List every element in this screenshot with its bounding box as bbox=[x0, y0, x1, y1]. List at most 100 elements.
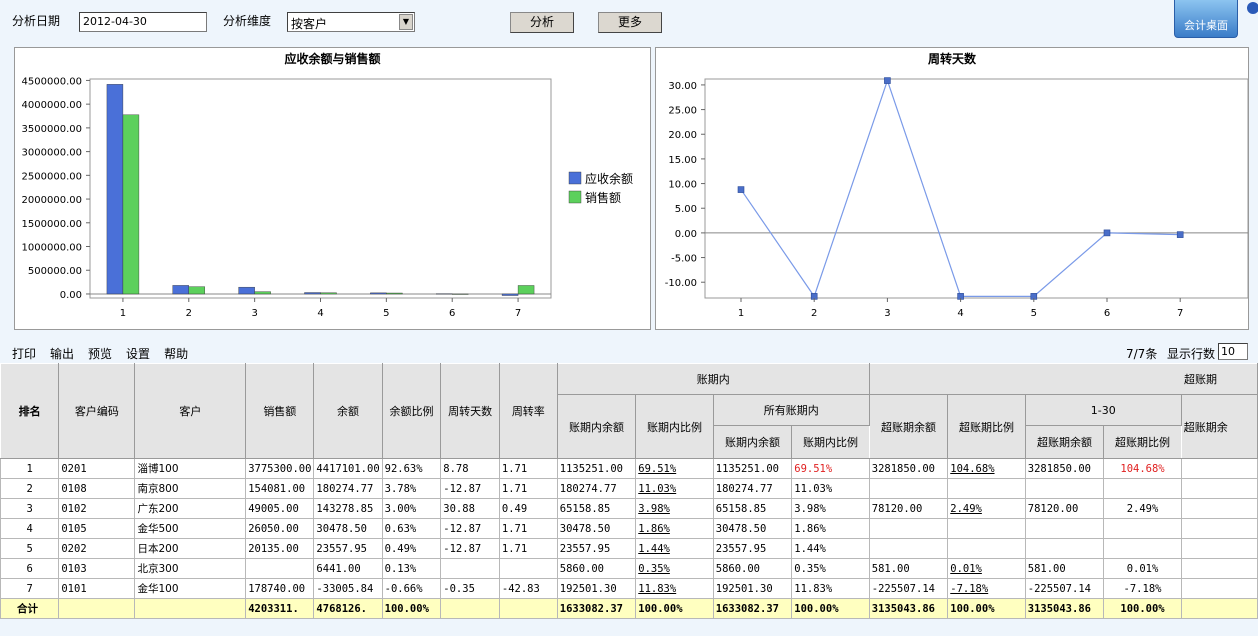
th-range-ratio[interactable]: 超账期比例 bbox=[1103, 425, 1182, 459]
th-turnover-days[interactable]: 周转天数 bbox=[440, 363, 500, 459]
table-cell bbox=[498, 598, 558, 619]
table-row[interactable]: 4 0105 金华500 26050.00 30478.50 0.63% -12.87 1.7… bbox=[0, 518, 1258, 539]
th-code[interactable]: 客户编码 bbox=[58, 363, 136, 459]
th-all-in-ratio[interactable]: 账期内比例 bbox=[791, 425, 870, 459]
table-cell: 0101 bbox=[58, 578, 136, 599]
y-tick-label: 15.00 bbox=[668, 155, 697, 166]
table-cell: 192501.30 bbox=[556, 578, 637, 599]
table-cell: 6 bbox=[0, 558, 60, 579]
table-cell: 180274.77 bbox=[556, 478, 637, 499]
y-tick-label: 30.00 bbox=[668, 81, 697, 92]
y-tick-label: 20.00 bbox=[668, 130, 697, 141]
action-bar: 打印 输出 预览 设置 帮助 bbox=[12, 345, 188, 362]
table-cell: 1135251.00 bbox=[712, 458, 793, 479]
table-cell: -12.87 bbox=[440, 518, 500, 539]
table-cell: 0201 bbox=[58, 458, 136, 479]
settings-link[interactable]: 设置 bbox=[126, 345, 150, 362]
table-cell: 1135251.00 bbox=[556, 458, 637, 479]
table-cell bbox=[58, 598, 136, 619]
table-row[interactable]: 7 0101 金华100 178740.00 -33005.84 -0.66% -0.35-… bbox=[0, 578, 1258, 599]
table-cell: 65158.85 bbox=[556, 498, 637, 519]
th-over-balance[interactable]: 超账期余额 bbox=[868, 394, 949, 459]
table-cell: 0102 bbox=[58, 498, 136, 519]
table-cell: -33005.84 bbox=[313, 578, 383, 599]
analysis-table: 排名 客户编码 客户 销售额 余额 余额比例 周转天数 周转率 账期内 超账期 … bbox=[0, 363, 1258, 619]
table-cell bbox=[1180, 458, 1258, 479]
table-row[interactable]: 1 0201 淄博100 3775300.00 4417101.00 92.63% 8.78… bbox=[0, 458, 1258, 479]
table-cell: 26050.00 bbox=[245, 518, 315, 539]
y-tick-label: 5.00 bbox=[675, 204, 697, 215]
th-over-balance-2[interactable]: 超账期余 bbox=[1180, 394, 1258, 459]
table-cell: 23557.95 bbox=[556, 538, 637, 559]
table-cell: 2.49% bbox=[947, 498, 1026, 519]
table-cell: 11.83% bbox=[791, 578, 870, 599]
help-link[interactable]: 帮助 bbox=[164, 345, 188, 362]
y-tick-label: 0.00 bbox=[675, 229, 697, 240]
table-cell: 581.00 bbox=[868, 558, 949, 579]
table-cell: 180274.77 bbox=[712, 478, 793, 499]
table-cell: 30478.50 bbox=[556, 518, 637, 539]
line-chart: -10.00 -5.00 0.00 5.00 10.00 15.00 20.00 25.00 3… bbox=[665, 77, 1249, 319]
table-cell: 1.71 bbox=[498, 478, 558, 499]
th-balance-ratio[interactable]: 余额比例 bbox=[381, 363, 442, 459]
table-cell: 0.35% bbox=[791, 558, 870, 579]
table-cell bbox=[1024, 478, 1105, 499]
table-row[interactable]: 2 0108 南京800 154081.00 180274.77 3.78% -12.87 1… bbox=[0, 478, 1258, 499]
th-turnover-rate[interactable]: 周转率 bbox=[498, 363, 558, 459]
table-cell bbox=[868, 518, 949, 539]
table-cell: -225507.14 bbox=[868, 578, 949, 599]
x-tick-label: 6 bbox=[1104, 308, 1110, 319]
table-cell bbox=[1103, 518, 1182, 539]
rows-input[interactable]: 10 bbox=[1218, 343, 1248, 360]
table-cell: 4203311. bbox=[245, 598, 315, 619]
table-cell: 日本200 bbox=[134, 538, 247, 559]
table-cell: 5860.00 bbox=[712, 558, 793, 579]
preview-link[interactable]: 预览 bbox=[88, 345, 112, 362]
th-all-in-balance[interactable]: 账期内余额 bbox=[712, 425, 793, 459]
table-cell bbox=[1180, 538, 1258, 559]
table-cell bbox=[1180, 598, 1258, 619]
table-cell: 11.83% bbox=[635, 578, 714, 599]
table-row[interactable]: 6 0103 北京300 6441.00 0.13% 5860.00 0.35% 5860.0… bbox=[0, 558, 1258, 579]
table-cell bbox=[440, 558, 500, 579]
th-rank[interactable]: 排名 bbox=[0, 363, 60, 459]
table-cell: 1633082.37 bbox=[712, 598, 793, 619]
th-sales[interactable]: 销售额 bbox=[245, 363, 315, 459]
table-cell: 5 bbox=[0, 538, 60, 559]
th-customer[interactable]: 客户 bbox=[134, 363, 247, 459]
table-cell bbox=[440, 598, 500, 619]
table-cell: 3.98% bbox=[791, 498, 870, 519]
th-range-balance[interactable]: 超账期余额 bbox=[1024, 425, 1105, 459]
table-cell: 23557.95 bbox=[313, 538, 383, 559]
th-balance[interactable]: 余额 bbox=[313, 363, 383, 459]
table-row[interactable]: 5 0202 日本200 20135.00 23557.95 0.49% -12.87 1.7… bbox=[0, 538, 1258, 559]
th-in-balance[interactable]: 账期内余额 bbox=[556, 394, 637, 459]
export-link[interactable]: 输出 bbox=[50, 345, 74, 362]
total-row[interactable]: 合计 4203311. 4768126. 100.00% 1633082.37 100.0… bbox=[0, 598, 1258, 619]
table-cell: 0.01% bbox=[947, 558, 1026, 579]
table-cell: 北京300 bbox=[134, 558, 247, 579]
y-tick-label: -5.00 bbox=[671, 254, 697, 265]
table-cell: 1.86% bbox=[635, 518, 714, 539]
table-cell: 1.71 bbox=[498, 538, 558, 559]
table-cell: 0105 bbox=[58, 518, 136, 539]
table-row[interactable]: 3 0102 广东200 49005.00 143278.85 3.00% 30.88 0.4… bbox=[0, 498, 1258, 519]
table-cell: 23557.95 bbox=[712, 538, 793, 559]
th-over-ratio[interactable]: 超账期比例 bbox=[947, 394, 1026, 459]
table-cell: 0103 bbox=[58, 558, 136, 579]
table-cell: 0.49 bbox=[498, 498, 558, 519]
print-link[interactable]: 打印 bbox=[12, 345, 36, 362]
th-in-ratio[interactable]: 账期内比例 bbox=[635, 394, 714, 459]
table-cell: 合计 bbox=[0, 598, 60, 619]
table-cell: 1633082.37 bbox=[556, 598, 637, 619]
table-cell: 192501.30 bbox=[712, 578, 793, 599]
x-tick-label: 4 bbox=[957, 308, 963, 319]
table-cell: 0.01% bbox=[1103, 558, 1182, 579]
table-cell: 5860.00 bbox=[556, 558, 637, 579]
table-cell: -7.18% bbox=[1103, 578, 1182, 599]
table-cell: 69.51% bbox=[791, 458, 870, 479]
table-cell: 0202 bbox=[58, 538, 136, 559]
table-cell: 180274.77 bbox=[313, 478, 383, 499]
table-cell bbox=[947, 518, 1026, 539]
table-cell bbox=[1024, 538, 1105, 559]
